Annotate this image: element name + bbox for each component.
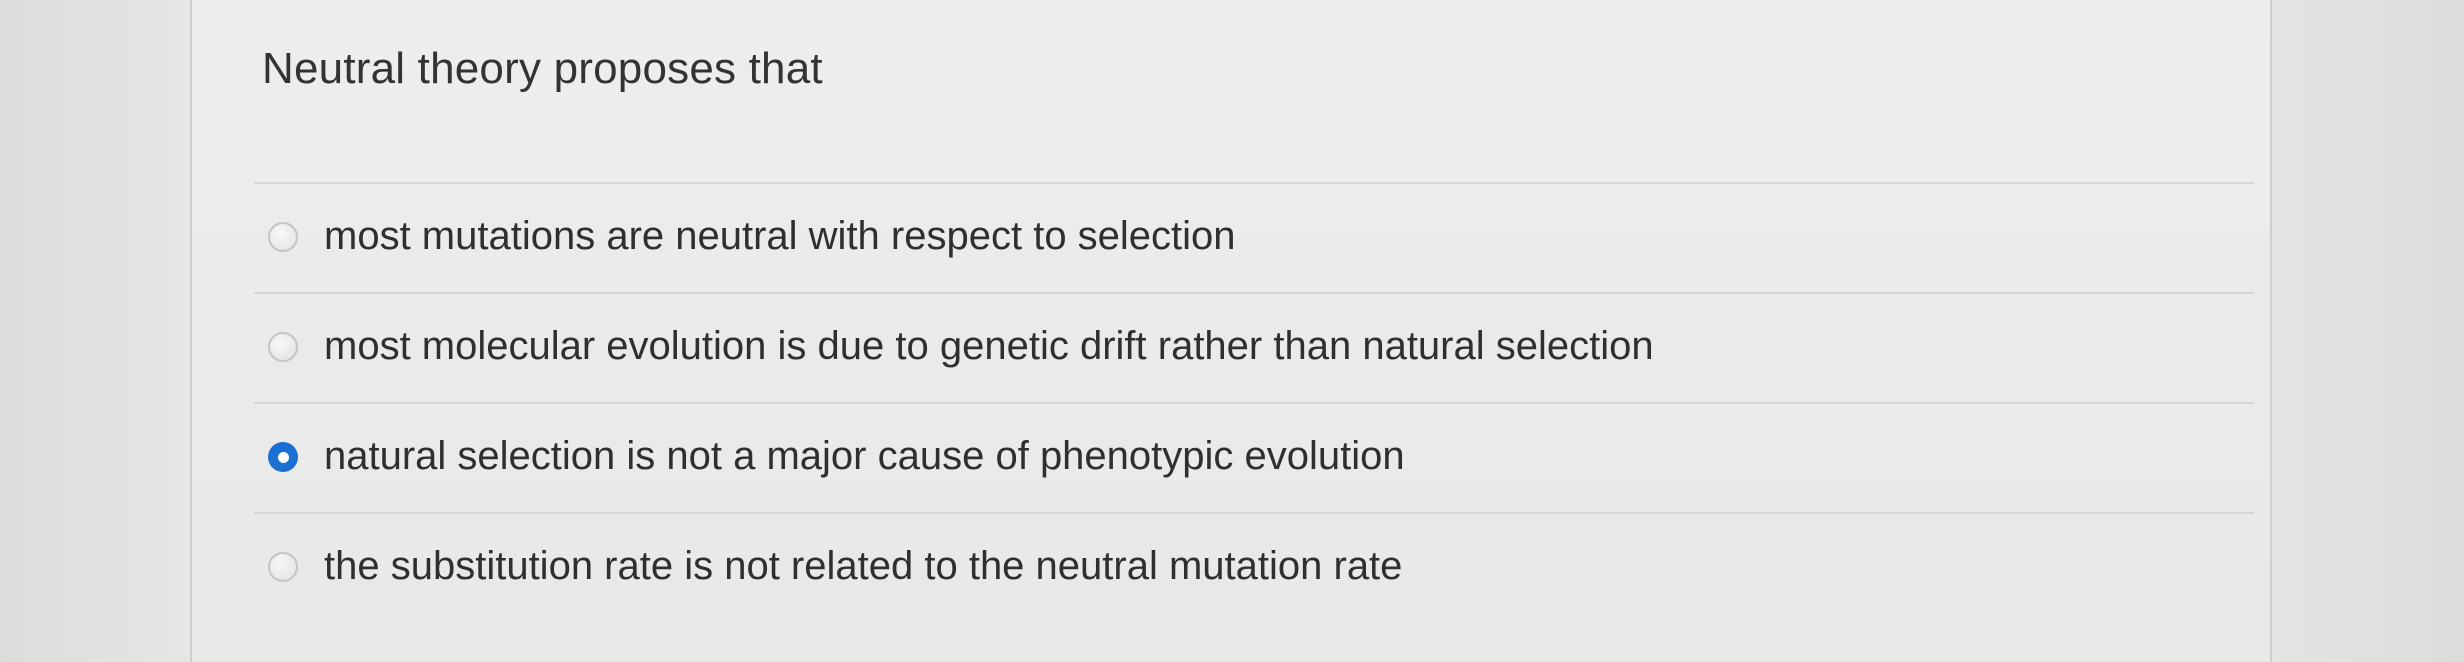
- question-prompt: Neutral theory proposes that: [262, 44, 823, 93]
- answer-label: the substitution rate is not related to …: [324, 544, 1403, 588]
- answer-option-2[interactable]: most molecular evolution is due to genet…: [254, 292, 2254, 402]
- answer-option-1[interactable]: most mutations are neutral with respect …: [254, 182, 2254, 292]
- answer-option-4[interactable]: the substitution rate is not related to …: [254, 512, 2254, 622]
- page-background: Neutral theory proposes that most mutati…: [0, 0, 2464, 662]
- answer-option-3[interactable]: natural selection is not a major cause o…: [254, 402, 2254, 512]
- answer-label: most mutations are neutral with respect …: [324, 214, 1236, 258]
- radio-button-unselected[interactable]: [268, 332, 298, 362]
- radio-button-unselected[interactable]: [268, 552, 298, 582]
- answer-label: natural selection is not a major cause o…: [324, 434, 1405, 478]
- answer-label: most molecular evolution is due to genet…: [324, 324, 1654, 368]
- radio-button-selected[interactable]: [268, 442, 298, 472]
- answer-options: most mutations are neutral with respect …: [254, 182, 2254, 622]
- radio-button-unselected[interactable]: [268, 222, 298, 252]
- question-card: Neutral theory proposes that most mutati…: [190, 0, 2272, 662]
